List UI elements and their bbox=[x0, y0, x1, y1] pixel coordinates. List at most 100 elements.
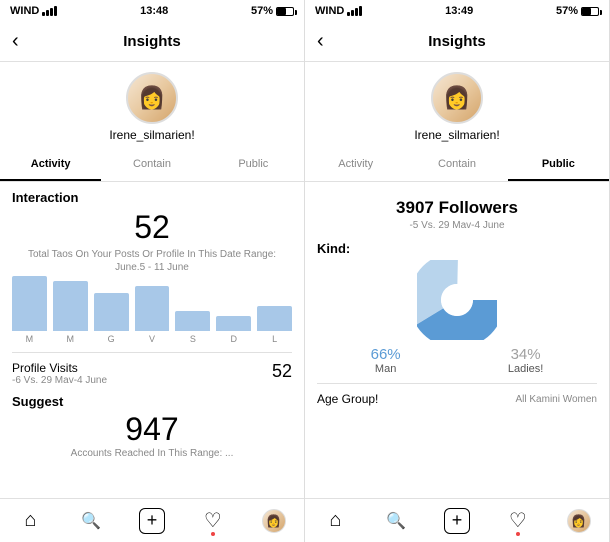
back-button-left[interactable]: ‹ bbox=[12, 30, 19, 53]
nav-home-right[interactable]: ⌂ bbox=[305, 499, 366, 542]
profile-visits-left: Profile Visits -6 Vs. 29 Mav-4 June bbox=[12, 361, 107, 386]
pie-container bbox=[317, 260, 597, 340]
bar1 bbox=[42, 12, 45, 16]
pie-center bbox=[441, 284, 473, 316]
profile-visits-number: 52 bbox=[272, 361, 292, 382]
profile-section-left: 👩 Irene_silmarien! bbox=[0, 62, 304, 148]
search-icon-right: 🔍 bbox=[386, 511, 406, 531]
suggest-title: Suggest bbox=[12, 394, 292, 409]
profile-name-right: Irene_silmarien! bbox=[414, 128, 499, 142]
tab-contain-right[interactable]: Contain bbox=[406, 148, 507, 181]
kind-title: Kind: bbox=[317, 241, 597, 256]
nav-likes-right[interactable]: ♡ bbox=[487, 499, 548, 542]
nav-profile-left[interactable]: 👩 bbox=[243, 499, 304, 542]
chart-col-6: L bbox=[257, 306, 292, 344]
bar-chart: M M G V S D L bbox=[12, 274, 292, 344]
bottom-nav-right: ⌂ 🔍 + ♡ 👩 bbox=[305, 498, 609, 542]
back-button-right[interactable]: ‹ bbox=[317, 30, 324, 53]
gender-man: 66% Man bbox=[371, 346, 401, 375]
status-bar-right: WIND 13:49 57% bbox=[305, 0, 609, 22]
chart-bar-1 bbox=[53, 281, 88, 331]
followers-sub: -5 Vs. 29 Mav-4 June bbox=[317, 220, 597, 231]
avatar-left: 👩 bbox=[126, 72, 178, 124]
nav-add-right[interactable]: + bbox=[427, 499, 488, 542]
chart-label-1: M bbox=[67, 334, 75, 344]
content-left: Interaction 52 Total Taos On Your Posts … bbox=[0, 182, 304, 498]
gender-ladies: 34% Ladies! bbox=[508, 346, 543, 375]
signal-bars-left bbox=[42, 6, 57, 16]
chart-bar-5 bbox=[216, 316, 251, 331]
profile-section-right: 👩 Irene_silmarien! bbox=[305, 62, 609, 148]
bar3 bbox=[50, 8, 53, 16]
header-title-left: Insights bbox=[123, 33, 181, 50]
status-left-right: WIND bbox=[315, 5, 362, 17]
interaction-number: 52 bbox=[12, 209, 292, 246]
bar4 bbox=[54, 6, 57, 16]
likes-icon-right: ♡ bbox=[509, 508, 527, 533]
tabs-right: Activity Contain Public bbox=[305, 148, 609, 182]
chart-col-3: V bbox=[135, 286, 170, 344]
add-icon-left: + bbox=[139, 508, 165, 534]
chart-bar-3 bbox=[135, 286, 170, 331]
status-bar-left: WIND 13:48 57% bbox=[0, 0, 304, 22]
chart-label-2: G bbox=[108, 334, 115, 344]
chart-col-2: G bbox=[94, 293, 129, 344]
nav-home-left[interactable]: ⌂ bbox=[0, 499, 61, 542]
rbar1 bbox=[347, 12, 350, 16]
chart-bar-6 bbox=[257, 306, 292, 331]
home-icon-right: ⌂ bbox=[329, 509, 341, 532]
bottom-nav-left: ⌂ 🔍 + ♡ 👩 bbox=[0, 498, 304, 542]
tab-contain-left[interactable]: Contain bbox=[101, 148, 202, 181]
man-label: Man bbox=[375, 363, 396, 375]
nav-likes-left[interactable]: ♡ bbox=[182, 499, 243, 542]
tab-activity-left[interactable]: Activity bbox=[0, 148, 101, 181]
tab-public-left[interactable]: Public bbox=[203, 148, 304, 181]
nav-add-left[interactable]: + bbox=[122, 499, 183, 542]
pie-chart-svg bbox=[417, 260, 497, 340]
profile-visits-row: Profile Visits -6 Vs. 29 Mav-4 June 52 bbox=[12, 352, 292, 386]
profile-name-left: Irene_silmarien! bbox=[109, 128, 194, 142]
battery-icon-left bbox=[276, 7, 294, 16]
chart-label-5: D bbox=[230, 334, 237, 344]
chart-bar-0 bbox=[12, 276, 47, 331]
header-left: ‹ Insights bbox=[0, 22, 304, 62]
suggest-desc: Accounts Reached In This Range: ... bbox=[12, 448, 292, 459]
tab-public-right[interactable]: Public bbox=[508, 148, 609, 181]
add-icon-right: + bbox=[444, 508, 470, 534]
chart-bar-2 bbox=[94, 293, 129, 331]
rbar2 bbox=[351, 10, 354, 16]
man-pct: 66% bbox=[371, 346, 401, 363]
interaction-desc: Total Taos On Your Posts Or Profile In T… bbox=[12, 248, 292, 274]
chart-col-5: D bbox=[216, 316, 251, 344]
chart-label-0: M bbox=[26, 334, 34, 344]
ladies-pct: 34% bbox=[511, 346, 541, 363]
likes-icon-left: ♡ bbox=[204, 508, 222, 533]
battery-fill-right bbox=[582, 8, 591, 15]
time-left: 13:48 bbox=[140, 5, 168, 17]
age-label: Age Group! bbox=[317, 392, 378, 406]
status-right-right: 57% bbox=[556, 5, 599, 17]
age-row: Age Group! All Kamini Women bbox=[317, 383, 597, 406]
profile-visits-sub: -6 Vs. 29 Mav-4 June bbox=[12, 375, 107, 386]
nav-search-left[interactable]: 🔍 bbox=[61, 499, 122, 542]
header-right: ‹ Insights bbox=[305, 22, 609, 62]
status-left: WIND bbox=[10, 5, 57, 17]
battery-pct-right: 57% bbox=[556, 5, 578, 17]
likes-dot-right bbox=[516, 532, 520, 536]
age-filter: All Kamini Women bbox=[515, 394, 597, 405]
chart-col-0: M bbox=[12, 276, 47, 344]
right-panel: WIND 13:49 57% ‹ Insights 👩 Irene_silmar… bbox=[305, 0, 610, 542]
nav-search-right[interactable]: 🔍 bbox=[366, 499, 427, 542]
likes-dot-left bbox=[211, 532, 215, 536]
followers-section: 3907 Followers -5 Vs. 29 Mav-4 June bbox=[317, 190, 597, 235]
rbar4 bbox=[359, 6, 362, 16]
signal-bars-right bbox=[347, 6, 362, 16]
status-right-left: 57% bbox=[251, 5, 294, 17]
search-icon-left: 🔍 bbox=[81, 511, 101, 531]
profile-avatar-nav-right: 👩 bbox=[567, 509, 591, 533]
tab-activity-right[interactable]: Activity bbox=[305, 148, 406, 181]
suggest-number: 947 bbox=[12, 411, 292, 448]
battery-fill-left bbox=[277, 8, 286, 15]
header-title-right: Insights bbox=[428, 33, 486, 50]
nav-profile-right[interactable]: 👩 bbox=[548, 499, 609, 542]
